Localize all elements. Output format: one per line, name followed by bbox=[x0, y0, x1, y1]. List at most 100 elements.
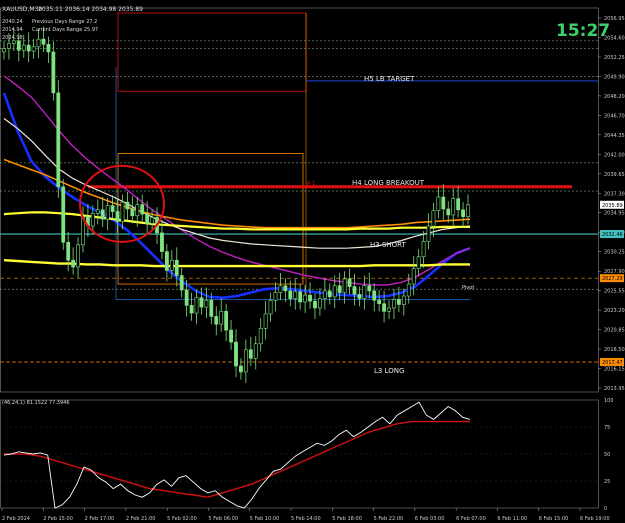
candle-body bbox=[377, 299, 382, 304]
candle-body bbox=[31, 46, 36, 52]
time-tick-label: 5 Feb 18:00 bbox=[332, 516, 362, 522]
candle-body bbox=[160, 232, 164, 252]
candle-body bbox=[456, 198, 461, 211]
h5-label: H5 LB TARGET bbox=[364, 75, 415, 83]
candle-body bbox=[224, 311, 229, 331]
price-badge: 2032.46 bbox=[600, 230, 624, 239]
chart-background bbox=[0, 0, 625, 523]
candle-body bbox=[76, 244, 80, 268]
candle-body bbox=[332, 285, 337, 298]
candle-body bbox=[239, 365, 243, 373]
candle-body bbox=[352, 286, 357, 295]
price-badge: 2035.89 bbox=[600, 200, 624, 209]
candle-body bbox=[120, 201, 125, 223]
info-line-2-text: Current Days Range 25.97 bbox=[32, 27, 98, 33]
time-tick-label: 5 Feb 02:00 bbox=[167, 516, 197, 522]
candle-body bbox=[234, 341, 238, 367]
price-tick-label: 2046.70 bbox=[604, 113, 625, 119]
price-tick-label: 2049.90 bbox=[604, 74, 625, 80]
candle-body bbox=[258, 328, 263, 345]
r1-label: R 1 bbox=[307, 181, 315, 187]
candle-body bbox=[179, 275, 184, 291]
time-tick-label: 5 Feb 10:00 bbox=[250, 516, 280, 522]
price-tick-label: 2025.55 bbox=[604, 289, 625, 295]
info-line-2-value: 2014.94 bbox=[2, 27, 23, 33]
price-tick-label: 2034.95 bbox=[604, 211, 625, 217]
candle-body bbox=[367, 285, 372, 292]
price-badge-label: 2027.29 bbox=[602, 276, 623, 282]
indicator-label: (46,24,1) 81.1522 77.3946 bbox=[2, 400, 70, 406]
candle-body bbox=[71, 259, 76, 268]
time-tick-label: 2 Feb 15:00 bbox=[43, 516, 73, 522]
candle-body bbox=[406, 283, 411, 297]
candle-body bbox=[426, 225, 431, 242]
time-tick-label: 2 Feb 2024 bbox=[2, 516, 30, 522]
indicator-tick-label: 100 bbox=[604, 398, 614, 404]
price-tick-label: 2016.15 bbox=[604, 367, 625, 373]
candle-body bbox=[174, 259, 179, 276]
candle-body bbox=[436, 196, 441, 211]
candle-body bbox=[372, 290, 377, 301]
h4-label: H4 LONG BREAKOUT bbox=[352, 179, 425, 187]
candle-body bbox=[95, 209, 100, 214]
candle-body bbox=[130, 208, 135, 217]
candle-body bbox=[61, 186, 66, 243]
candle-body bbox=[461, 209, 465, 217]
candle-body bbox=[56, 92, 61, 188]
candle-body bbox=[253, 343, 258, 359]
candle-body bbox=[2, 48, 6, 53]
time-tick-label: 5 Feb 14:00 bbox=[291, 516, 321, 522]
indicator-tick-label: 0 bbox=[604, 506, 607, 512]
candle-body bbox=[382, 303, 386, 312]
indicator-tick-label: 75 bbox=[604, 425, 610, 431]
candle-body bbox=[293, 291, 298, 299]
candle-body bbox=[7, 43, 11, 49]
price-tick-label: 2048.20 bbox=[604, 94, 625, 100]
chart-canvas: 2056.952054.602052.252049.902048.202046.… bbox=[0, 0, 625, 523]
candle-body bbox=[66, 241, 71, 261]
price-badge-label: 2035.89 bbox=[602, 203, 623, 209]
candle-body bbox=[303, 294, 308, 303]
price-tick-label: 2037.30 bbox=[604, 191, 625, 197]
candle-body bbox=[243, 349, 248, 373]
price-tick-label: 2030.25 bbox=[604, 250, 625, 256]
time-tick-label: 6 Feb 15:00 bbox=[539, 516, 569, 522]
candle-body bbox=[204, 299, 209, 308]
candle-body bbox=[21, 44, 26, 51]
price-badge: 2017.47 bbox=[600, 357, 624, 366]
candle-body bbox=[115, 211, 120, 223]
candle-body bbox=[140, 204, 145, 215]
price-badge-label: 2032.46 bbox=[602, 232, 623, 238]
time-tick-label: 2 Feb 21:00 bbox=[126, 516, 156, 522]
candle-body bbox=[322, 290, 327, 299]
candle-body bbox=[125, 201, 130, 210]
candle-body bbox=[347, 278, 352, 287]
candle-body bbox=[396, 299, 401, 305]
ohlc-values: 2035.11 2036.14 2034.98 2035.89 bbox=[38, 6, 143, 13]
candle bbox=[56, 80, 61, 198]
candle-body bbox=[199, 297, 204, 308]
price-badge: 2027.29 bbox=[600, 274, 624, 283]
candle-body bbox=[150, 217, 154, 224]
candle-body bbox=[46, 43, 51, 53]
candle-body bbox=[446, 208, 451, 216]
time-tick-label: 6 Feb 11:00 bbox=[497, 516, 527, 522]
candle-body bbox=[36, 38, 41, 48]
candle-body bbox=[16, 40, 21, 51]
time-tick-label: 2 Feb 17:00 bbox=[85, 516, 115, 522]
candle-body bbox=[209, 299, 214, 317]
price-tick-label: 2018.50 bbox=[604, 347, 625, 353]
price-tick-label: 2020.85 bbox=[604, 328, 625, 334]
pivot-label: Pivot bbox=[462, 285, 474, 291]
time-tick-label: 6 Feb 07:00 bbox=[456, 516, 486, 522]
price-tick-label: 2013.95 bbox=[604, 386, 625, 392]
time-tick-label: 6 Feb 19:00 bbox=[580, 516, 610, 522]
candle-body bbox=[342, 278, 347, 293]
candle-body bbox=[194, 297, 199, 314]
candle-body bbox=[268, 299, 273, 315]
candle-body bbox=[466, 204, 470, 217]
price-tick-label: 2023.20 bbox=[604, 308, 625, 314]
candle-body bbox=[357, 293, 362, 299]
candle-body bbox=[145, 213, 150, 224]
candle-body bbox=[90, 212, 95, 227]
